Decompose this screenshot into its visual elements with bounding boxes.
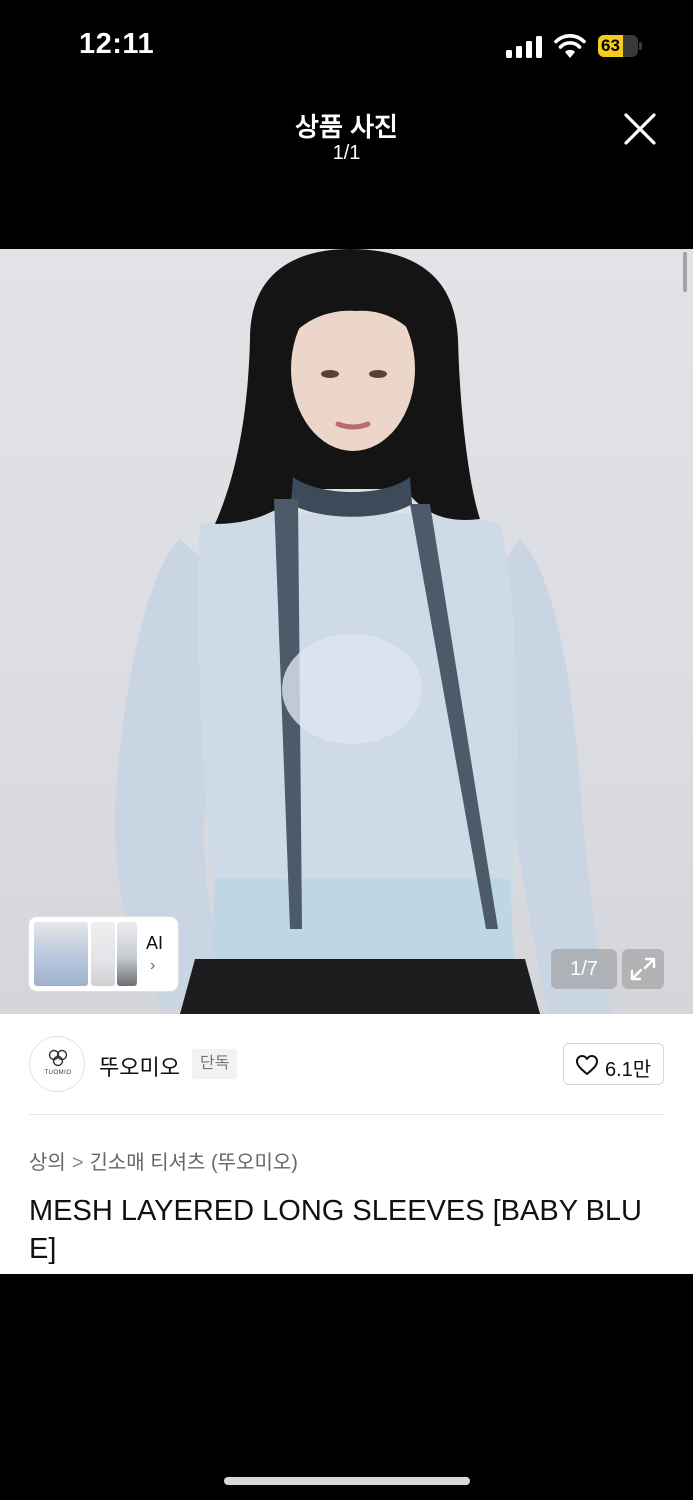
divider (29, 1114, 664, 1115)
battery-level: 63 (601, 36, 620, 55)
breadcrumb-separator-icon: > (71, 1152, 84, 1174)
like-button[interactable]: 6.1만 (563, 1043, 664, 1085)
model-photo-illustration (114, 249, 612, 1014)
home-indicator[interactable] (224, 1477, 470, 1485)
ai-lookbook-button[interactable]: AI › (29, 917, 178, 991)
heart-icon (576, 1055, 598, 1075)
viewer-page-indicator: 1/1 (332, 142, 361, 164)
expand-icon[interactable] (622, 949, 664, 989)
breadcrumb-item-subcategory[interactable]: 긴소매 티셔츠 (뚜오미오) (90, 1152, 298, 1174)
chevron-right-icon: › (150, 957, 156, 974)
close-icon[interactable] (620, 109, 660, 149)
product-info-panel: TUOMIO 뚜오미오 단독 6.1만 상의 > 긴소매 티셔츠 (뚜오미오) ME… (0, 1014, 693, 1274)
product-title: MESH LAYERED LONG SLEEVES [BABY BLUE] (29, 1195, 642, 1265)
image-counter: 1/7 (551, 949, 617, 989)
status-time: 12:11 (79, 28, 155, 60)
ai-label: AI (146, 933, 164, 953)
scrollbar-thumb[interactable] (683, 252, 687, 292)
product-photo[interactable]: AI › 1/7 (0, 249, 693, 1014)
like-count: 6.1만 (605, 1059, 652, 1081)
wifi-icon (554, 34, 586, 58)
ai-thumbnail-2 (91, 922, 115, 986)
viewer-title: 상품 사진 (295, 112, 398, 142)
photo-viewer-header: 상품 사진 1/1 (0, 96, 693, 248)
brand-logo-mark-icon (48, 1049, 68, 1067)
cellular-signal-icon (506, 36, 544, 58)
ai-thumbnail-1 (34, 922, 88, 986)
exclusive-badge: 단독 (192, 1049, 238, 1079)
brand-logo[interactable]: TUOMIO (29, 1036, 85, 1092)
breadcrumb-item-category[interactable]: 상의 (29, 1152, 66, 1174)
ai-thumbnail-3 (117, 922, 137, 986)
battery-icon: 63 (598, 35, 642, 57)
status-bar: 12:11 63 (0, 0, 693, 96)
breadcrumb: 상의 > 긴소매 티셔츠 (뚜오미오) (29, 1146, 298, 1175)
brand-logo-text: TUOMIO (44, 1070, 72, 1076)
brand-name[interactable]: 뚜오미오 (99, 1050, 180, 1082)
